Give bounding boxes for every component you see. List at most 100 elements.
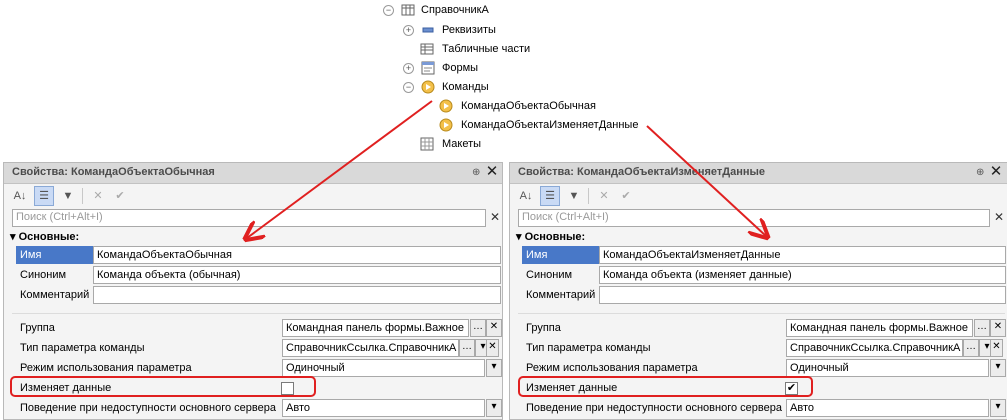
- tree-label-commands: Команды: [442, 81, 489, 93]
- pin-icon[interactable]: ⊕: [976, 167, 986, 179]
- highlight-box-left: [10, 376, 316, 397]
- label-behavior: Поведение при недоступности основного се…: [526, 402, 782, 414]
- command-icon: [439, 118, 453, 132]
- collapse-icon[interactable]: −: [383, 5, 394, 16]
- command-icon: [421, 80, 435, 94]
- tree-label-cmd-normal: КомандаОбъектаОбычная: [461, 100, 596, 112]
- expand-icon[interactable]: +: [403, 25, 414, 36]
- group-divider: [12, 313, 500, 314]
- panel-title-bar: Свойства: КомандаОбъектаИзменяетДанные ⊕…: [510, 163, 1007, 184]
- toolbar-divider: [588, 188, 589, 204]
- cancel-icon[interactable]: ✕: [88, 186, 108, 206]
- group-categories-icon[interactable]: ☰: [34, 186, 54, 206]
- check-icon[interactable]: ✔: [616, 186, 636, 206]
- group-clear-button[interactable]: ✕: [486, 319, 502, 337]
- group-categories-icon[interactable]: ☰: [540, 186, 560, 206]
- label-param-mode: Режим использования параметра: [20, 362, 192, 374]
- pin-icon[interactable]: ⊕: [472, 167, 482, 179]
- name-field[interactable]: КомандаОбъектаИзменяетДанные: [599, 246, 1006, 264]
- section-header[interactable]: ▾ Основные:: [516, 230, 585, 243]
- tree-node-tabular[interactable]: Табличные части: [420, 40, 560, 58]
- tree-node-forms[interactable]: + Формы: [403, 59, 523, 77]
- expand-icon[interactable]: +: [403, 63, 414, 74]
- clear-search-icon[interactable]: ✕: [992, 209, 1006, 225]
- tree-label-layouts: Макеты: [442, 138, 482, 150]
- sort-alpha-icon[interactable]: A↓: [10, 186, 30, 206]
- filter-icon[interactable]: ▼: [564, 186, 584, 206]
- filter-icon[interactable]: ▼: [58, 186, 78, 206]
- form-icon: [421, 61, 435, 75]
- name-field[interactable]: КомандаОбъектаОбычная: [93, 246, 501, 264]
- tree-label-attributes: Реквизиты: [442, 24, 496, 36]
- tree-label-catalog: СправочникА: [421, 4, 489, 16]
- label-behavior: Поведение при недоступности основного се…: [20, 402, 276, 414]
- label-synonym: Синоним: [526, 269, 573, 281]
- label-param-mode: Режим использования параметра: [526, 362, 698, 374]
- check-icon[interactable]: ✔: [110, 186, 130, 206]
- param-type-clear-button[interactable]: ✕: [486, 339, 499, 357]
- param-type-field[interactable]: СправочникСсылка.СправочникА: [282, 339, 459, 357]
- group-field[interactable]: Командная панель формы.Важное: [282, 319, 469, 337]
- tree-node-cmd-normal[interactable]: КомандаОбъектаОбычная: [439, 97, 639, 115]
- section-title: Основные:: [524, 231, 586, 243]
- tree-label-forms: Формы: [442, 62, 479, 74]
- cancel-icon[interactable]: ✕: [594, 186, 614, 206]
- label-group: Группа: [20, 322, 55, 334]
- layout-icon: [420, 137, 434, 151]
- tree-node-catalog[interactable]: − СправочникА: [383, 1, 523, 19]
- label-comment: Комментарий: [526, 289, 596, 301]
- catalog-icon: [401, 4, 415, 16]
- param-mode-dropdown-icon[interactable]: ▾: [486, 359, 502, 377]
- label-name: Имя: [16, 246, 93, 264]
- label-synonym: Синоним: [20, 269, 67, 281]
- behavior-select[interactable]: Авто: [786, 399, 989, 417]
- param-type-clear-button[interactable]: ✕: [990, 339, 1003, 357]
- param-mode-dropdown-icon[interactable]: ▾: [990, 359, 1006, 377]
- behavior-dropdown-icon[interactable]: ▾: [486, 399, 502, 417]
- group-field[interactable]: Командная панель формы.Важное: [786, 319, 973, 337]
- search-input[interactable]: Поиск (Ctrl+Alt+I): [12, 209, 486, 227]
- panel-toolbar: A↓ ☰ ▼ ✕ ✔: [510, 184, 1007, 208]
- group-clear-button[interactable]: ✕: [990, 319, 1006, 337]
- tree-node-commands[interactable]: − Команды: [403, 78, 523, 96]
- comment-field[interactable]: [93, 286, 501, 304]
- panel-title-bar: Свойства: КомандаОбъектаОбычная ⊕ ✕: [4, 163, 502, 184]
- table-icon: [420, 43, 434, 55]
- label-group: Группа: [526, 322, 561, 334]
- label-param-type: Тип параметра команды: [20, 342, 145, 354]
- sort-alpha-icon[interactable]: A↓: [516, 186, 536, 206]
- search-placeholder: Поиск (Ctrl+Alt+I): [16, 211, 103, 223]
- synonym-field[interactable]: Команда объекта (обычная): [93, 266, 501, 284]
- group-select-button[interactable]: …: [470, 319, 486, 337]
- tree-node-cmd-changes[interactable]: КомандаОбъектаИзменяетДанные: [439, 116, 659, 134]
- panel-title: Свойства: КомандаОбъектаОбычная: [12, 166, 215, 178]
- highlight-box-right: [518, 376, 813, 397]
- section-header[interactable]: ▾ Основные:: [10, 230, 79, 243]
- attribute-icon: [422, 27, 434, 33]
- command-icon: [439, 99, 453, 113]
- group-divider: [518, 313, 1005, 314]
- clear-search-icon[interactable]: ✕: [488, 209, 502, 225]
- behavior-select[interactable]: Авто: [282, 399, 485, 417]
- close-icon[interactable]: ✕: [484, 164, 500, 180]
- tree-node-attributes[interactable]: + Реквизиты: [403, 21, 523, 39]
- synonym-field[interactable]: Команда объекта (изменяет данные): [599, 266, 1006, 284]
- tree-label-cmd-changes: КомандаОбъектаИзменяетДанные: [461, 119, 639, 131]
- param-mode-select[interactable]: Одиночный: [786, 359, 989, 377]
- group-select-button[interactable]: …: [974, 319, 990, 337]
- label-name: Имя: [522, 246, 599, 264]
- param-type-select-button[interactable]: …: [459, 339, 475, 357]
- close-icon[interactable]: ✕: [988, 164, 1004, 180]
- collapse-icon[interactable]: −: [403, 82, 414, 93]
- param-type-select-button[interactable]: …: [963, 339, 979, 357]
- search-placeholder: Поиск (Ctrl+Alt+I): [522, 211, 609, 223]
- param-type-field[interactable]: СправочникСсылка.СправочникА: [786, 339, 963, 357]
- section-title: Основные:: [18, 231, 80, 243]
- label-comment: Комментарий: [20, 289, 90, 301]
- comment-field[interactable]: [599, 286, 1006, 304]
- panel-toolbar: A↓ ☰ ▼ ✕ ✔: [4, 184, 502, 208]
- param-mode-select[interactable]: Одиночный: [282, 359, 485, 377]
- behavior-dropdown-icon[interactable]: ▾: [990, 399, 1006, 417]
- search-input[interactable]: Поиск (Ctrl+Alt+I): [518, 209, 990, 227]
- tree-node-layouts[interactable]: Макеты: [420, 135, 540, 153]
